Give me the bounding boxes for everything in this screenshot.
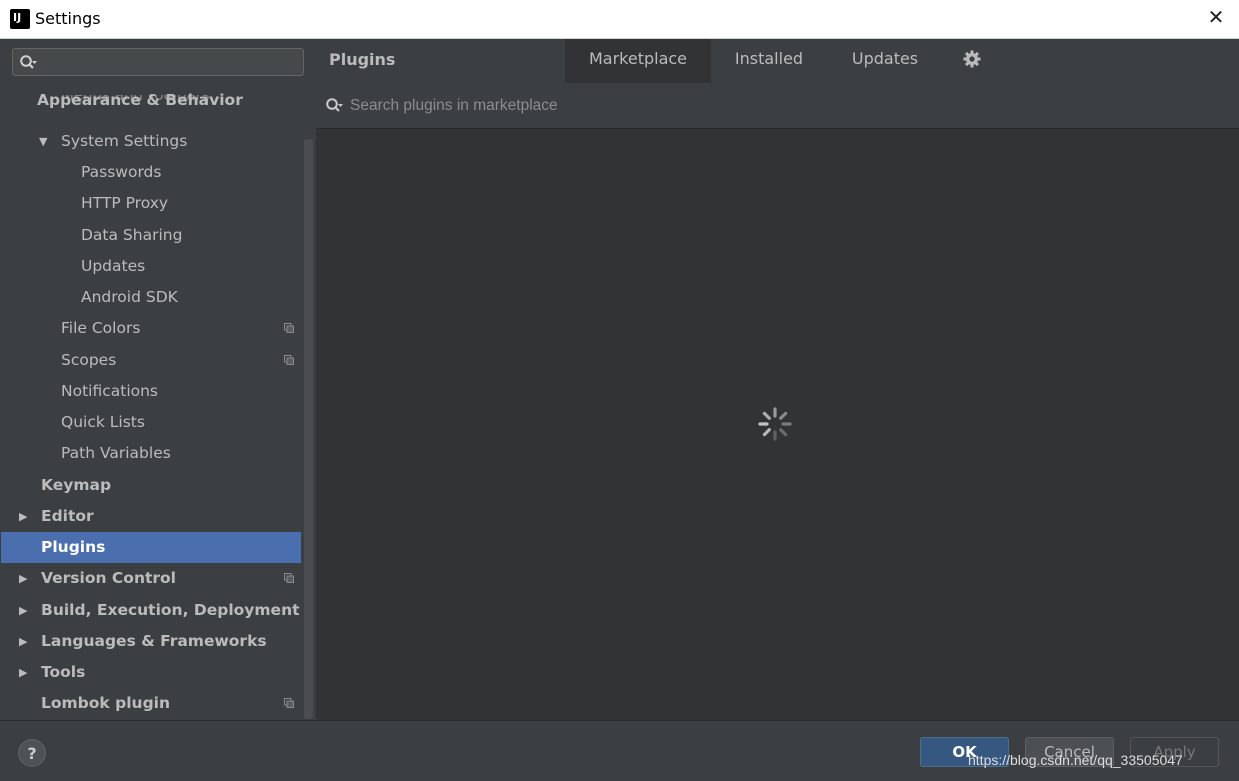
tab-updates[interactable]: Updates xyxy=(827,39,943,83)
sidebar-item-label: HTTP Proxy xyxy=(81,194,169,212)
plugins-header: Plugins Marketplace Installed Updates xyxy=(316,39,1239,84)
collapsed-arrow-icon[interactable]: ▶ xyxy=(19,595,27,626)
collapsed-arrow-icon[interactable]: ▶ xyxy=(19,626,27,657)
sidebar-item-label: Data Sharing xyxy=(81,226,183,244)
sidebar-item-label: Quick Lists xyxy=(61,413,145,431)
page-title: Plugins xyxy=(329,50,396,69)
window-title: Settings xyxy=(35,9,101,28)
plugin-search-input[interactable] xyxy=(348,95,952,117)
project-level-icon xyxy=(284,355,294,365)
sidebar-item-build-execution-deployment[interactable]: ▶ Build, Execution, Deployment xyxy=(1,595,301,626)
sidebar-item-label: Path Variables xyxy=(61,444,171,462)
sidebar-item-label: Notifications xyxy=(61,382,159,400)
sidebar-item-file-colors[interactable]: File Colors xyxy=(1,313,301,344)
title-bar: IJ Settings ✕ xyxy=(0,0,1239,39)
search-icon xyxy=(326,98,343,112)
sidebar-item-label: Editor xyxy=(41,507,94,525)
sidebar-item-label: Updates xyxy=(81,257,146,275)
sidebar-item-languages-frameworks[interactable]: ▶ Languages & Frameworks xyxy=(1,626,301,657)
settings-search-box[interactable] xyxy=(12,48,304,76)
sidebar-item-label: Tools xyxy=(41,663,86,681)
gear-icon[interactable] xyxy=(962,49,982,69)
close-icon[interactable]: ✕ xyxy=(1205,6,1227,28)
sidebar-scrollbar[interactable] xyxy=(304,139,313,719)
sidebar-item-label: Plugins xyxy=(41,538,106,556)
intellij-app-icon: IJ xyxy=(7,6,33,32)
collapsed-arrow-icon[interactable]: ▶ xyxy=(19,657,27,688)
dialog-footer: ? OK Cancel Apply https://blog.csdn.net/… xyxy=(0,720,1239,781)
sidebar-item-label: Keymap xyxy=(41,476,112,494)
sidebar-item-label: Scopes xyxy=(61,351,117,369)
plugins-content xyxy=(316,129,1239,720)
sidebar-item-scopes[interactable]: Scopes xyxy=(1,345,301,376)
expanded-arrow-icon[interactable]: ▼ xyxy=(39,126,47,157)
sidebar-item-label: Version Control xyxy=(41,569,176,587)
sidebar-item-notifications[interactable]: Notifications xyxy=(1,376,301,407)
sidebar-item-appearance-behavior[interactable]: Appearance & Behavior xyxy=(1,89,301,116)
project-level-icon xyxy=(284,573,294,583)
sidebar-item-plugins[interactable]: Plugins xyxy=(1,532,301,563)
settings-search-input[interactable] xyxy=(47,53,301,73)
sidebar-item-label: Passwords xyxy=(81,163,162,181)
sidebar-item-label: System Settings xyxy=(61,132,188,150)
sidebar-item-label: Languages & Frameworks xyxy=(41,632,267,650)
tab-installed[interactable]: Installed xyxy=(711,39,827,83)
spinner-icon xyxy=(758,407,792,441)
sidebar-item-label: Lombok plugin xyxy=(41,694,171,712)
sidebar-item-label: Appearance & Behavior xyxy=(37,91,243,109)
sidebar-item-http-proxy[interactable]: HTTP Proxy xyxy=(1,188,301,219)
sidebar-item-path-variables[interactable]: Path Variables xyxy=(1,438,301,469)
watermark-text: https://blog.csdn.net/qq_33505047 xyxy=(968,752,1183,768)
project-level-icon xyxy=(284,698,294,708)
sidebar-item-updates[interactable]: Updates xyxy=(1,251,301,282)
sidebar-item-label: File Colors xyxy=(61,319,141,337)
sidebar-item-keymap[interactable]: Keymap xyxy=(1,470,301,501)
collapsed-arrow-icon[interactable]: ▶ xyxy=(19,563,27,594)
sidebar-item-quick-lists[interactable]: Quick Lists xyxy=(1,407,301,438)
sidebar-item-tools[interactable]: ▶ Tools xyxy=(1,657,301,688)
sidebar-item-lombok-plugin[interactable]: Lombok plugin xyxy=(1,688,301,719)
sidebar-item-system-settings[interactable]: ▼ System Settings xyxy=(1,126,301,157)
sidebar-item-label: Build, Execution, Deployment xyxy=(41,601,300,619)
search-icon xyxy=(20,55,37,69)
collapsed-arrow-icon[interactable]: ▶ xyxy=(19,501,27,532)
sidebar-item-android-sdk[interactable]: Android SDK xyxy=(1,282,301,313)
project-level-icon xyxy=(284,323,294,333)
sidebar-item-editor[interactable]: ▶ Editor xyxy=(1,501,301,532)
tab-marketplace[interactable]: Marketplace xyxy=(565,39,711,83)
sidebar-item-version-control[interactable]: ▶ Version Control xyxy=(1,563,301,594)
settings-sidebar: Menus and Toolbars Appearance & Behavior… xyxy=(1,39,317,720)
plugin-search-bar xyxy=(316,83,1239,129)
sidebar-item-passwords[interactable]: Passwords xyxy=(1,157,301,188)
settings-tree: Menus and Toolbars Appearance & Behavior… xyxy=(1,89,301,719)
sidebar-item-data-sharing[interactable]: Data Sharing xyxy=(1,220,301,251)
help-button[interactable]: ? xyxy=(18,739,46,767)
sidebar-item-label: Android SDK xyxy=(81,288,178,306)
